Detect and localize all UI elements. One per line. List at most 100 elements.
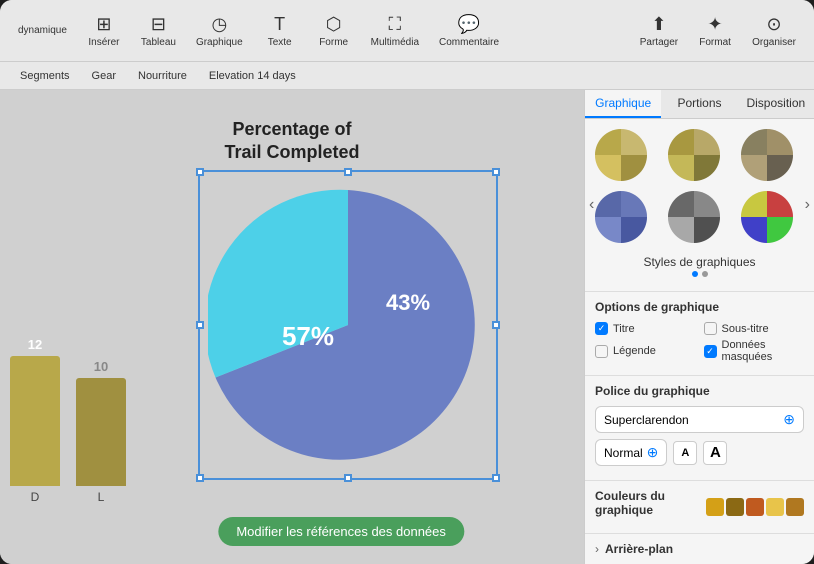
color-swatch-3[interactable] [746, 498, 764, 516]
handle-tm[interactable] [344, 168, 352, 176]
color-swatch-4[interactable] [766, 498, 784, 516]
option-label-titre: Titre [613, 323, 635, 335]
color-row: Couleurs du graphique [595, 489, 804, 525]
right-panel: Graphique Portions Disposition ‹ [584, 90, 814, 564]
styles-label: Styles de graphiques [593, 251, 806, 271]
option-legende: Légende [595, 339, 696, 363]
toolbar-partager[interactable]: ⬆ Partager [632, 10, 686, 52]
accordion-arriere-plan: › Arrière-plan [585, 533, 814, 564]
color-section-title: Couleurs du graphique [595, 489, 706, 517]
option-sous-titre: Sous-titre [704, 322, 805, 335]
accordion-arriere-plan-header[interactable]: › Arrière-plan [595, 542, 804, 556]
styles-section: ‹ [585, 119, 814, 291]
tab-segments[interactable]: Segments [10, 67, 80, 85]
chart-title: Percentage of Trail Completed [224, 118, 359, 165]
styles-nav-right[interactable]: › [801, 192, 814, 218]
toolbar-forme[interactable]: ⬡ Forme [309, 10, 359, 52]
font-size-small-btn[interactable]: A [673, 441, 697, 465]
handle-tr[interactable] [492, 168, 500, 176]
toolbar-multimedia[interactable]: ⛶ Multimédia [363, 10, 427, 52]
toolbar-insert[interactable]: ⊞ Insérer [79, 10, 129, 52]
styles-dots [593, 271, 806, 283]
dot-1 [692, 271, 698, 277]
bar-column-d: 12 D [10, 337, 60, 504]
option-label-legende: Légende [613, 345, 656, 357]
style-thumb-4[interactable] [593, 189, 649, 245]
handle-br[interactable] [492, 474, 500, 482]
canvas-area: Percentage of Trail Completed 12 D 10 L [0, 90, 584, 564]
handle-mr[interactable] [492, 321, 500, 329]
app-window: dynamique ⊞ Insérer ⊟ Tableau ◷ Graphiqu… [0, 0, 814, 564]
color-section: Couleurs du graphique [585, 480, 814, 533]
partager-icon: ⬆ [651, 14, 666, 35]
font-section-title: Police du graphique [595, 384, 804, 398]
dot-2 [702, 271, 708, 277]
organiser-icon: ⊙ [767, 14, 782, 35]
options-grid: Titre Sous-titre Légende Données masquée… [595, 322, 804, 363]
panel-tab-disposition[interactable]: Disposition [738, 90, 814, 118]
toolbar-graphique[interactable]: ◷ Graphique [188, 10, 251, 52]
tab-gear[interactable]: Gear [82, 67, 126, 85]
selection-box [198, 170, 498, 480]
toolbar-tableau[interactable]: ⊟ Tableau [133, 10, 184, 52]
bar-chart: 12 D 10 L [0, 337, 170, 504]
font-name-arrow: ⊕ [783, 411, 795, 428]
panel-tab-graphique[interactable]: Graphique [585, 90, 661, 118]
checkbox-legende[interactable] [595, 345, 608, 358]
options-section-title: Options de graphique [595, 300, 804, 314]
color-swatch-1[interactable] [706, 498, 724, 516]
main-content: Percentage of Trail Completed 12 D 10 L [0, 90, 814, 564]
font-name-select[interactable]: Superclarendon ⊕ [595, 406, 804, 433]
font-style-arrow: ⊕ [647, 444, 659, 461]
tableau-icon: ⊟ [151, 14, 166, 35]
toolbar-organiser[interactable]: ⊙ Organiser [744, 10, 804, 52]
color-swatches [706, 498, 804, 516]
tab-elevation[interactable]: Elevation 14 days [199, 67, 306, 85]
font-size-large-btn[interactable]: A [703, 441, 727, 465]
font-name-row: Superclarendon ⊕ [595, 406, 804, 433]
options-section: Options de graphique Titre Sous-titre Lé… [585, 291, 814, 375]
bar-column-l: 10 L [76, 359, 126, 504]
format-icon: ✦ [708, 14, 723, 35]
handle-bm[interactable] [344, 474, 352, 482]
handle-ml[interactable] [196, 321, 204, 329]
commentaire-icon: 💬 [458, 14, 480, 35]
toolbar-texte[interactable]: T Texte [255, 10, 305, 52]
tabs-row: Segments Gear Nourriture Elevation 14 da… [0, 62, 814, 90]
pie-chart-container: 57% 43% [208, 180, 488, 470]
dynamic-item[interactable]: dynamique [10, 21, 75, 40]
handle-tl[interactable] [196, 168, 204, 176]
color-swatch-2[interactable] [726, 498, 744, 516]
style-thumb-2[interactable] [666, 127, 722, 183]
option-label-sous-titre: Sous-titre [722, 323, 769, 335]
insert-icon: ⊞ [96, 14, 111, 35]
style-thumb-1[interactable] [593, 127, 649, 183]
option-titre: Titre [595, 322, 696, 335]
styles-nav-left[interactable]: ‹ [585, 192, 598, 218]
tab-nourriture[interactable]: Nourriture [128, 67, 197, 85]
style-thumb-3[interactable] [739, 127, 795, 183]
panel-tab-portions[interactable]: Portions [661, 90, 737, 118]
style-thumb-5[interactable] [666, 189, 722, 245]
checkbox-sous-titre[interactable] [704, 322, 717, 335]
style-thumb-6[interactable] [739, 189, 795, 245]
accordion-arriere-plan-title: Arrière-plan [605, 542, 673, 556]
checkbox-donnees-masquees[interactable] [704, 345, 717, 358]
font-style-select[interactable]: Normal ⊕ [595, 439, 667, 466]
texte-icon: T [274, 14, 285, 35]
accordion-arriere-plan-arrow: › [595, 542, 599, 556]
color-swatch-5[interactable] [786, 498, 804, 516]
toolbar-commentaire[interactable]: 💬 Commentaire [431, 10, 507, 52]
multimedia-icon: ⛶ [389, 14, 402, 35]
checkbox-titre[interactable] [595, 322, 608, 335]
option-donnees-masquees: Données masquées [704, 339, 805, 363]
modify-references-button[interactable]: Modifier les références des données [218, 517, 464, 546]
handle-bl[interactable] [196, 474, 204, 482]
font-section: Police du graphique Superclarendon ⊕ Nor… [585, 375, 814, 480]
styles-grid [593, 127, 806, 245]
font-style-row: Normal ⊕ A A [595, 439, 804, 466]
panel-tabs: Graphique Portions Disposition [585, 90, 814, 119]
toolbar: dynamique ⊞ Insérer ⊟ Tableau ◷ Graphiqu… [0, 0, 814, 62]
toolbar-format[interactable]: ✦ Format [690, 10, 740, 52]
forme-icon: ⬡ [326, 14, 342, 35]
